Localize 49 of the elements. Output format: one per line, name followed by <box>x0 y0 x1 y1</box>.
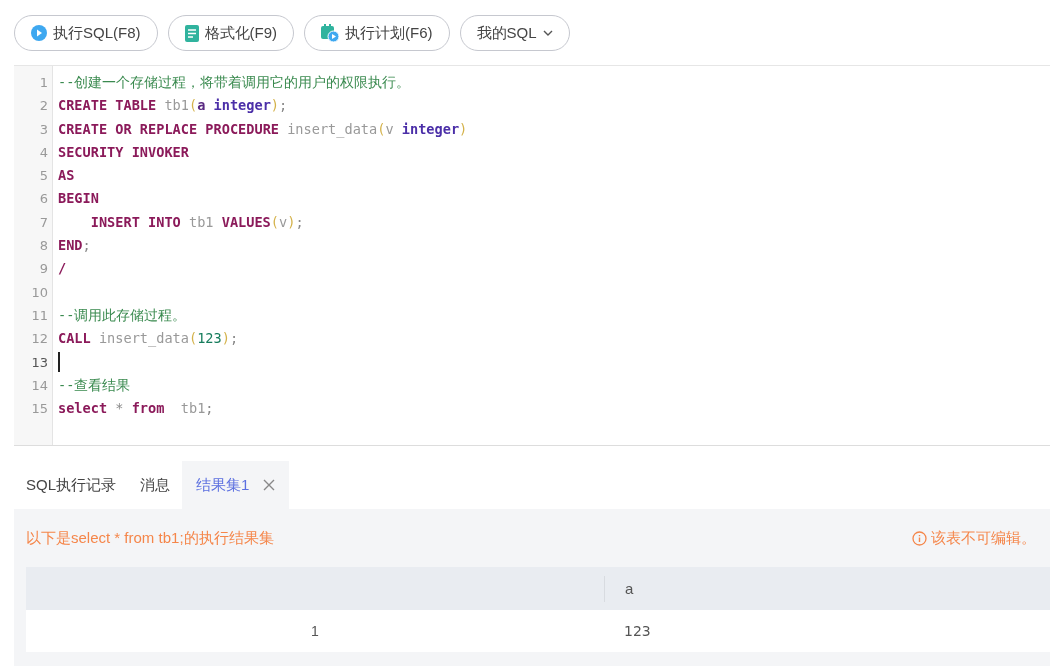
code-line: CALL insert_data(123); <box>58 329 239 349</box>
row-number: 1 <box>310 623 320 639</box>
line-number: 7 <box>38 213 49 232</box>
close-icon[interactable] <box>263 479 276 491</box>
code-line: CREATE TABLE tb1(a integer); <box>58 96 288 116</box>
document-icon <box>184 24 199 42</box>
chevron-down-icon <box>542 29 553 37</box>
code-line: --查看结果 <box>58 375 131 395</box>
table-cell-text: 123 <box>623 623 652 639</box>
line-number: 2 <box>38 97 49 116</box>
code-line: AS <box>58 166 75 186</box>
line-number: 8 <box>38 237 49 256</box>
line-number: 4 <box>38 143 49 162</box>
table-row[interactable]: 1 123 <box>26 610 1050 652</box>
line-number: 3 <box>38 120 49 139</box>
result-tab[interactable]: 消息 <box>128 461 182 509</box>
line-number: 9 <box>38 260 49 279</box>
info-icon <box>912 530 927 546</box>
toolbar-button[interactable]: 我的SQL <box>459 15 570 51</box>
result-message: 以下是select * from tb1;的执行结果集 <box>26 528 274 548</box>
line-number: 10 <box>30 283 49 302</box>
code-line: BEGIN <box>58 189 99 209</box>
line-number: 1 <box>38 74 49 92</box>
line-number: 15 <box>30 400 49 419</box>
line-number: 6 <box>38 190 49 209</box>
line-number: 13 <box>30 353 49 372</box>
line-number: 12 <box>30 330 49 349</box>
column-header[interactable]: a <box>604 575 1050 602</box>
code-line: SECURITY INVOKER <box>58 142 189 162</box>
code-editor[interactable] <box>14 65 1050 446</box>
play-icon <box>31 25 47 41</box>
readonly-notice: 该表不可编辑。 <box>931 528 1036 548</box>
line-number: 14 <box>30 376 49 395</box>
result-tab[interactable]: SQL执行记录 <box>14 461 128 509</box>
toolbar-button[interactable]: 格式化(F9) <box>167 15 294 51</box>
code-line: END; <box>58 236 91 256</box>
code-line: --调用此存储过程。 <box>58 305 187 325</box>
calendar-play-icon <box>321 24 339 42</box>
code-line: INSERT INTO tb1 VALUES(v); <box>89 212 304 232</box>
code-line: select * from tb1; <box>58 399 214 419</box>
toolbar-button[interactable]: 执行计划(F6) <box>304 15 450 51</box>
code-line: CREATE OR REPLACE PROCEDURE insert_data(v integer) <box>58 119 468 140</box>
code-line: / <box>58 259 67 279</box>
line-number: 11 <box>30 306 49 325</box>
result-tab[interactable]: 结果集1 <box>182 461 290 509</box>
text-cursor <box>58 352 60 373</box>
code-line: --创建一个存储过程，将带着调用它的用户的权限执行。 <box>58 73 411 92</box>
toolbar-button[interactable]: 执行SQL(F8) <box>14 15 158 51</box>
line-number: 5 <box>38 167 49 186</box>
